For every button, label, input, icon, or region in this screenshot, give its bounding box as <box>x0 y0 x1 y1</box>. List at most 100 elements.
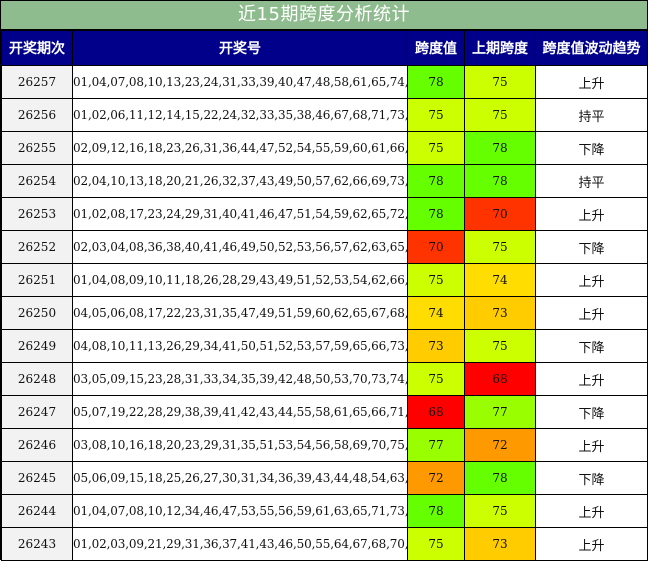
span-cell: 78 <box>407 65 465 99</box>
prev-span-cell: 73 <box>464 296 536 330</box>
table-row: 26254 02,04,10,13,18,20,21,26,32,37,43,49… <box>1 164 648 198</box>
header-prev-span: 上期跨度 <box>464 30 536 66</box>
numbers-cell: 01,02,03,09,21,29,31,36,37,41,43,46,50,5… <box>72 527 408 561</box>
trend-cell: 上升 <box>535 263 648 297</box>
numbers-cell: 01,04,07,08,10,12,34,46,47,53,55,56,59,6… <box>72 494 408 528</box>
numbers-cell: 05,06,09,15,18,25,26,27,30,31,34,36,39,4… <box>72 461 408 495</box>
trend-cell: 上升 <box>535 428 648 462</box>
table-row: 26251 01,04,08,09,10,11,18,26,28,29,43,49… <box>1 263 648 297</box>
numbers-cell: 01,02,08,17,23,24,29,31,40,41,46,47,51,5… <box>72 197 408 231</box>
span-cell: 78 <box>407 197 465 231</box>
issue-cell: 26256 <box>1 98 73 132</box>
span-cell: 78 <box>407 494 465 528</box>
span-analysis-sheet: 近15期跨度分析统计 开奖期次 开奖号 跨度值 上期跨度 跨度值波动趋势 262… <box>0 0 648 561</box>
numbers-cell: 03,05,09,15,23,28,31,33,34,35,39,42,48,5… <box>72 362 408 396</box>
numbers-cell: 01,04,07,08,10,13,23,24,31,33,39,40,47,4… <box>72 65 408 99</box>
span-cell: 75 <box>407 362 465 396</box>
span-cell: 74 <box>407 296 465 330</box>
trend-cell: 持平 <box>535 164 648 198</box>
numbers-cell: 01,02,06,11,12,14,15,22,24,32,33,35,38,4… <box>72 98 408 132</box>
numbers-cell: 02,09,12,16,18,23,26,31,36,44,47,52,54,5… <box>72 131 408 165</box>
table-row: 26252 02,03,04,08,36,38,40,41,46,49,50,52… <box>1 230 648 264</box>
numbers-cell: 04,05,06,08,17,22,23,31,35,47,49,51,59,6… <box>72 296 408 330</box>
prev-span-cell: 70 <box>464 197 536 231</box>
issue-cell: 26253 <box>1 197 73 231</box>
issue-cell: 26252 <box>1 230 73 264</box>
issue-cell: 26245 <box>1 461 73 495</box>
prev-span-cell: 75 <box>464 494 536 528</box>
trend-cell: 上升 <box>535 296 648 330</box>
table-row: 26246 03,08,10,16,18,20,23,29,31,35,51,53… <box>1 428 648 462</box>
issue-cell: 26254 <box>1 164 73 198</box>
prev-span-cell: 75 <box>464 230 536 264</box>
trend-cell: 上升 <box>535 65 648 99</box>
span-cell: 77 <box>407 428 465 462</box>
table-row: 26249 04,08,10,11,13,26,29,34,41,50,51,52… <box>1 329 648 363</box>
prev-span-cell: 73 <box>464 527 536 561</box>
issue-cell: 26257 <box>1 65 73 99</box>
trend-cell: 下降 <box>535 230 648 264</box>
header-issue: 开奖期次 <box>1 30 73 66</box>
trend-cell: 下降 <box>535 329 648 363</box>
prev-span-cell: 78 <box>464 461 536 495</box>
table-row: 26250 04,05,06,08,17,22,23,31,35,47,49,51… <box>1 296 648 330</box>
numbers-cell: 05,07,19,22,28,29,38,39,41,42,43,44,55,5… <box>72 395 408 429</box>
prev-span-cell: 78 <box>464 164 536 198</box>
issue-cell: 26246 <box>1 428 73 462</box>
prev-span-cell: 68 <box>464 362 536 396</box>
prev-span-cell: 75 <box>464 65 536 99</box>
span-cell: 72 <box>407 461 465 495</box>
issue-cell: 26251 <box>1 263 73 297</box>
table-row: 26255 02,09,12,16,18,23,26,31,36,44,47,52… <box>1 131 648 165</box>
trend-cell: 下降 <box>535 131 648 165</box>
prev-span-cell: 77 <box>464 395 536 429</box>
issue-cell: 26243 <box>1 527 73 561</box>
issue-cell: 26244 <box>1 494 73 528</box>
issue-cell: 26247 <box>1 395 73 429</box>
table-row: 26248 03,05,09,15,23,28,31,33,34,35,39,42… <box>1 362 648 396</box>
issue-cell: 26255 <box>1 131 73 165</box>
page-title: 近15期跨度分析统计 <box>1 0 647 30</box>
trend-cell: 持平 <box>535 98 648 132</box>
table-body: 26257 01,04,07,08,10,13,23,24,31,33,39,40… <box>1 65 648 561</box>
issue-cell: 26250 <box>1 296 73 330</box>
header-span: 跨度值 <box>407 30 465 66</box>
trend-cell: 上升 <box>535 362 648 396</box>
table-row: 26257 01,04,07,08,10,13,23,24,31,33,39,40… <box>1 65 648 99</box>
table-row: 26243 01,02,03,09,21,29,31,36,37,41,43,46… <box>1 527 648 561</box>
issue-cell: 26248 <box>1 362 73 396</box>
trend-cell: 上升 <box>535 527 648 561</box>
span-cell: 75 <box>407 131 465 165</box>
span-cell: 78 <box>407 164 465 198</box>
span-cell: 68 <box>407 395 465 429</box>
span-cell: 70 <box>407 230 465 264</box>
prev-span-cell: 78 <box>464 131 536 165</box>
table-row: 26253 01,02,08,17,23,24,29,31,40,41,46,47… <box>1 197 648 231</box>
trend-cell: 上升 <box>535 197 648 231</box>
table-row: 26247 05,07,19,22,28,29,38,39,41,42,43,44… <box>1 395 648 429</box>
header-trend: 跨度值波动趋势 <box>535 30 648 66</box>
numbers-cell: 01,04,08,09,10,11,18,26,28,29,43,49,51,5… <box>72 263 408 297</box>
span-cell: 75 <box>407 263 465 297</box>
prev-span-cell: 74 <box>464 263 536 297</box>
table-row: 26256 01,02,06,11,12,14,15,22,24,32,33,35… <box>1 98 648 132</box>
prev-span-cell: 75 <box>464 98 536 132</box>
trend-cell: 上升 <box>535 494 648 528</box>
span-cell: 75 <box>407 98 465 132</box>
span-cell: 75 <box>407 527 465 561</box>
table-header-row: 开奖期次 开奖号 跨度值 上期跨度 跨度值波动趋势 <box>1 30 648 66</box>
span-cell: 73 <box>407 329 465 363</box>
issue-cell: 26249 <box>1 329 73 363</box>
trend-cell: 下降 <box>535 461 648 495</box>
table-row: 26244 01,04,07,08,10,12,34,46,47,53,55,56… <box>1 494 648 528</box>
span-analysis-table: 开奖期次 开奖号 跨度值 上期跨度 跨度值波动趋势 26257 01,04,07,… <box>1 30 648 561</box>
header-numbers: 开奖号 <box>72 30 408 66</box>
prev-span-cell: 72 <box>464 428 536 462</box>
numbers-cell: 02,03,04,08,36,38,40,41,46,49,50,52,53,5… <box>72 230 408 264</box>
numbers-cell: 02,04,10,13,18,20,21,26,32,37,43,49,50,5… <box>72 164 408 198</box>
table-row: 26245 05,06,09,15,18,25,26,27,30,31,34,36… <box>1 461 648 495</box>
trend-cell: 下降 <box>535 395 648 429</box>
numbers-cell: 03,08,10,16,18,20,23,29,31,35,51,53,54,5… <box>72 428 408 462</box>
prev-span-cell: 75 <box>464 329 536 363</box>
numbers-cell: 04,08,10,11,13,26,29,34,41,50,51,52,53,5… <box>72 329 408 363</box>
